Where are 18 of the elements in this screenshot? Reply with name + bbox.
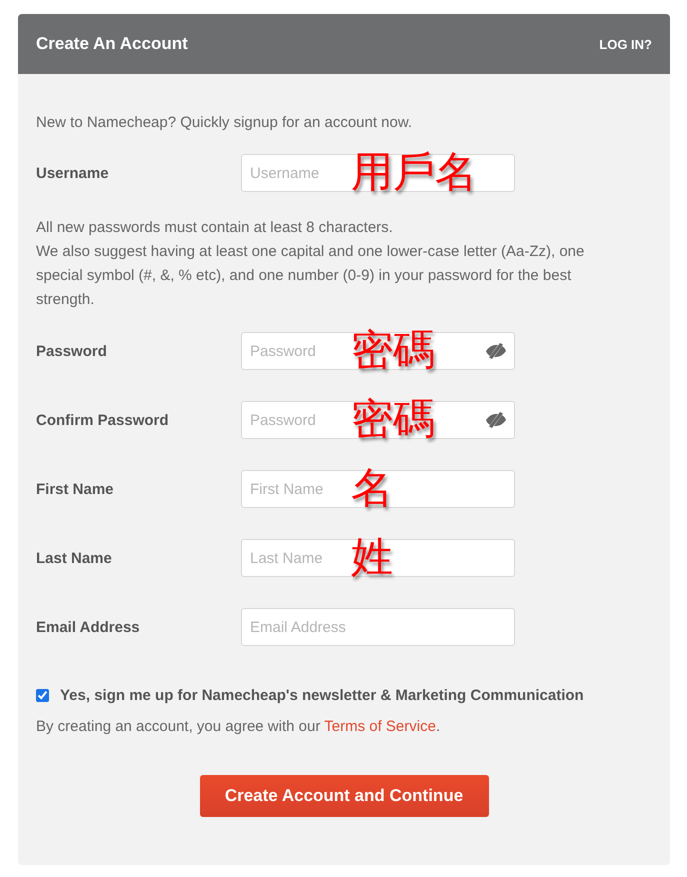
eye-slash-icon[interactable] [485,343,507,359]
login-link[interactable]: LOG IN? [599,36,652,52]
field-label: Username [36,164,110,182]
input-field[interactable]: Email Address [241,608,515,646]
terms-link[interactable]: Terms of Service [324,718,436,735]
eye-slash-icon[interactable] [485,412,507,428]
submit-button[interactable]: Create Account and Continue [200,775,488,817]
field-label: First Name [36,480,115,498]
newsletter-checkbox[interactable] [36,689,49,702]
password-hint: All new passwords must contain at least 8 characters. We also suggest having at least one capital and one lower-case letter (Aa-Zz), one special symbol (#, &, % etc), and one number (0-9) in your password for the best strength. [36,218,586,310]
field-label: Email Address [36,618,141,636]
newsletter-label: Yes, sign me up for Namecheap's newsletter & Marketing Communication [60,687,584,704]
page-title: Create An Account [36,34,188,54]
field-label: Confirm Password [36,412,170,428]
intro-text: New to Namecheap? Quickly signup for an account now. [36,113,414,133]
terms-text: By creating an account, you agree with our Terms of Service. [36,717,442,737]
field-label: Password [36,342,108,360]
field-label: Last Name [36,550,113,566]
